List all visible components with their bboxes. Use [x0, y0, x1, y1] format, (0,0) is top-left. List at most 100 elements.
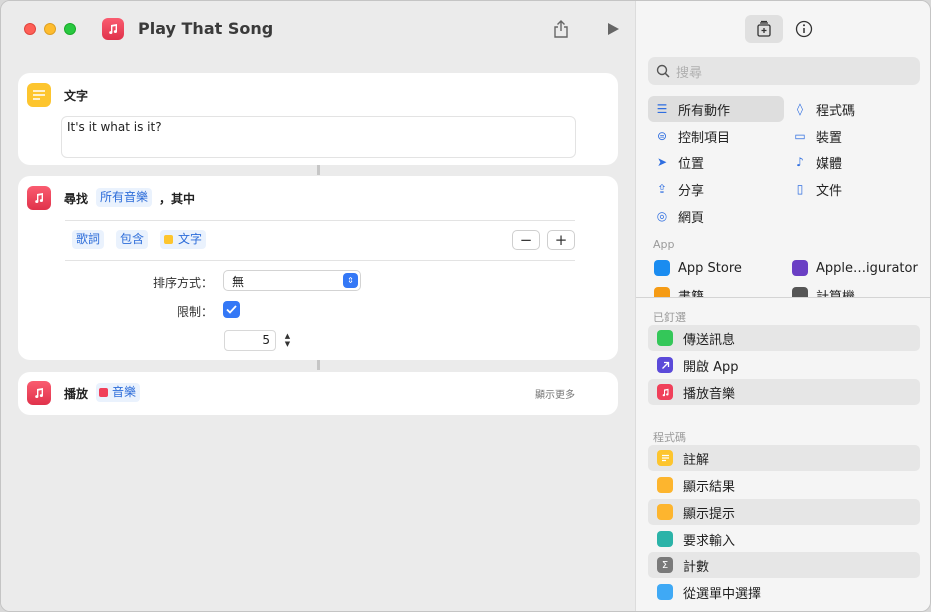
- code-item-show-result[interactable]: 顯示結果: [648, 472, 920, 498]
- action-title: 尋找: [64, 192, 89, 206]
- add-filter-button[interactable]: +: [547, 230, 575, 250]
- category-label: 位置: [678, 156, 705, 172]
- category-device[interactable]: ▭ 裝置: [786, 123, 922, 149]
- category-label: 所有動作: [678, 103, 731, 119]
- item-label: 播放音樂: [683, 386, 736, 402]
- close-button[interactable]: [24, 23, 36, 35]
- filter-value-token[interactable]: 文字: [160, 230, 207, 249]
- item-label: 計數: [683, 559, 710, 575]
- music-note-icon: [102, 18, 124, 40]
- category-media[interactable]: ♪ 媒體: [786, 149, 922, 175]
- divider: [65, 260, 575, 261]
- source-token[interactable]: 所有音樂: [96, 188, 153, 207]
- text-action-card[interactable]: 文字 It's it what is it?: [18, 73, 618, 165]
- shortcuts-window: Play That Song 文字 It's it what is it? 尋找…: [0, 0, 931, 612]
- show-result-icon: [657, 477, 673, 493]
- calculator-icon: [792, 287, 808, 297]
- category-label: 文件: [816, 183, 843, 199]
- app-label: App Store: [678, 260, 742, 276]
- music-note-icon: [27, 381, 51, 405]
- info-button[interactable]: [785, 15, 823, 43]
- music-note-icon: [657, 384, 673, 400]
- item-label: 要求輸入: [683, 533, 736, 549]
- menu-icon: [657, 584, 673, 600]
- code-item-choose-from-menu[interactable]: 從選單中選擇: [648, 579, 920, 605]
- app-label: 計算機: [816, 289, 856, 298]
- app-apple-configurator[interactable]: Apple…igurator: [786, 255, 926, 281]
- chevron-up-icon[interactable]: ▲: [285, 332, 290, 340]
- toggle-icon: ⊜: [656, 129, 668, 143]
- text-content-field[interactable]: It's it what is it?: [61, 116, 576, 158]
- input-bubble-icon: [657, 531, 673, 547]
- display-icon: ▭: [794, 129, 806, 143]
- message-bubble-icon: [657, 330, 673, 346]
- category-documents[interactable]: ▯ 文件: [786, 176, 922, 202]
- location-icon: ➤: [656, 155, 668, 169]
- category-sharing[interactable]: ⇪ 分享: [648, 176, 784, 202]
- code-item-comment[interactable]: 註解: [648, 445, 920, 471]
- category-label: 分享: [678, 183, 705, 199]
- filter-operator-token[interactable]: 包含: [116, 230, 149, 249]
- limit-checkbox[interactable]: [223, 301, 240, 318]
- sort-value: 無: [232, 275, 245, 289]
- search-input[interactable]: 搜尋: [648, 57, 920, 85]
- app-books[interactable]: 書籍: [648, 283, 784, 297]
- category-label: 裝置: [816, 130, 843, 146]
- sidebar-divider: [636, 297, 930, 298]
- limit-stepper[interactable]: ▲ ▼: [280, 329, 295, 351]
- app-label: Apple…igurator: [816, 260, 918, 276]
- run-button[interactable]: [601, 17, 625, 41]
- music-note-icon: ♪: [796, 155, 804, 169]
- item-label: 顯示提示: [683, 506, 736, 522]
- category-location[interactable]: ➤ 位置: [648, 149, 784, 175]
- list-icon: ☰: [656, 102, 668, 116]
- sigma-icon: Σ: [657, 557, 673, 573]
- limit-field[interactable]: 5: [224, 330, 276, 351]
- action-title: 文字: [64, 89, 89, 103]
- zoom-button[interactable]: [64, 23, 76, 35]
- configurator-icon: [792, 260, 808, 276]
- category-scripting[interactable]: ◊ 程式碼: [786, 96, 922, 122]
- text-variable-icon: [164, 235, 173, 244]
- search-icon: [656, 64, 670, 82]
- editor-pane: Play That Song 文字 It's it what is it? 尋找…: [1, 1, 635, 611]
- item-label: 註解: [683, 452, 710, 468]
- category-all-actions[interactable]: ☰ 所有動作: [648, 96, 784, 122]
- code-item-ask-for-input[interactable]: 要求輸入: [648, 526, 920, 552]
- pinned-item-send-message[interactable]: 傳送訊息: [648, 325, 920, 351]
- music-variable-icon: [99, 388, 108, 397]
- category-web[interactable]: ◎ 網頁: [648, 203, 784, 229]
- music-variable-token[interactable]: 音樂: [96, 383, 141, 402]
- action-connector: [317, 360, 320, 370]
- code-item-count[interactable]: Σ 計數: [648, 552, 920, 578]
- where-label: ，其中: [159, 192, 196, 206]
- show-more-button[interactable]: 顯示更多: [535, 386, 575, 401]
- sort-select[interactable]: 無 ⇕: [223, 270, 361, 291]
- code-item-show-alert[interactable]: 顯示提示: [648, 499, 920, 525]
- app-calculator[interactable]: 計算機: [786, 283, 922, 297]
- category-controls[interactable]: ⊜ 控制項目: [648, 123, 784, 149]
- filter-field-token[interactable]: 歌詞: [72, 230, 105, 249]
- action-library-sidebar: 搜尋 ☰ 所有動作 ◊ 程式碼 ⊜ 控制項目 ▭ 裝置 ➤ 位置 ♪ 媒體 ⇪: [635, 1, 930, 611]
- divider: [65, 220, 575, 221]
- item-label: 顯示結果: [683, 479, 736, 495]
- minimize-button[interactable]: [44, 23, 56, 35]
- share-button[interactable]: [549, 17, 573, 41]
- remove-filter-button[interactable]: −: [512, 230, 540, 250]
- find-music-action-card[interactable]: 尋找 所有音樂 ，其中 歌詞 包含 文字 − + 排序方式： 無 ⇕ 限制： 5: [18, 176, 618, 360]
- title-bar: Play That Song: [1, 1, 635, 59]
- search-placeholder: 搜尋: [676, 66, 703, 81]
- pinned-item-open-app[interactable]: 開啟 App: [648, 352, 920, 378]
- comment-lines-icon: [657, 450, 673, 466]
- play-music-action-card[interactable]: 播放 音樂 顯示更多: [18, 372, 618, 415]
- share-icon: ⇪: [656, 182, 668, 196]
- chevron-down-icon[interactable]: ▼: [285, 340, 290, 348]
- app-app-store[interactable]: App Store: [648, 255, 784, 281]
- action-title: 播放: [64, 387, 89, 401]
- item-label: 開啟 App: [683, 359, 739, 375]
- music-variable-label: 音樂: [112, 385, 137, 399]
- action-library-button[interactable]: [745, 15, 783, 43]
- alert-window-icon: [657, 504, 673, 520]
- pinned-item-play-music[interactable]: 播放音樂: [648, 379, 920, 405]
- chevron-up-down-icon: ⇕: [343, 273, 358, 288]
